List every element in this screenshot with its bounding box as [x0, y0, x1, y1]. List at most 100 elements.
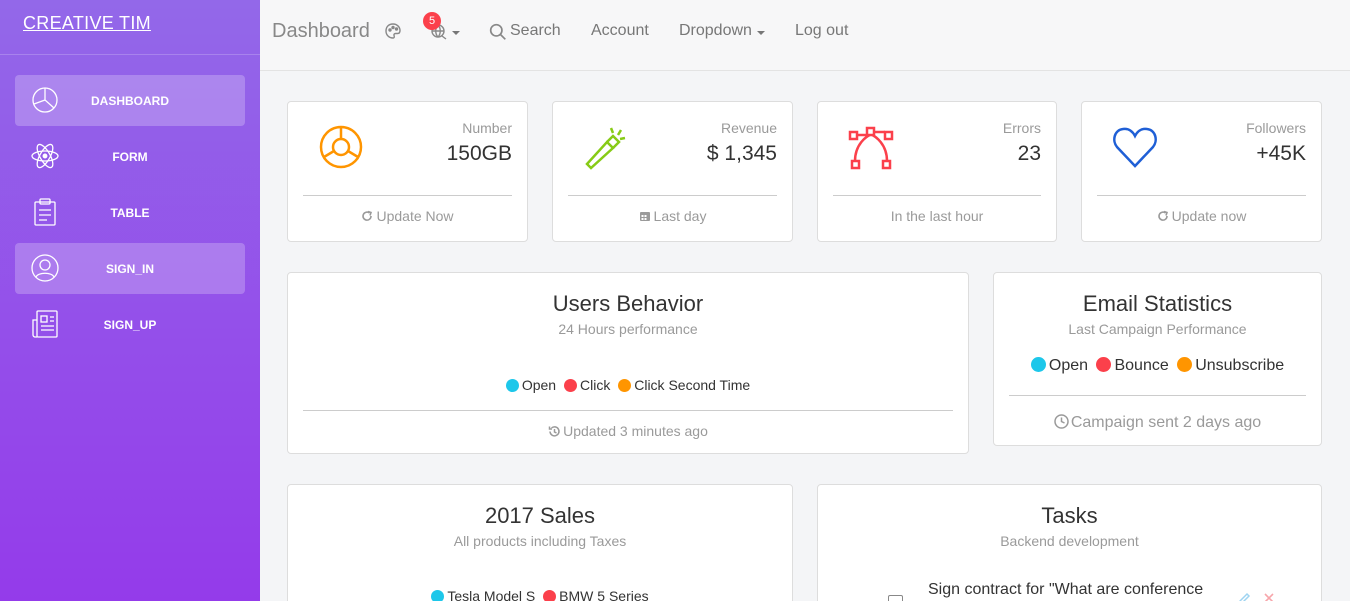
- card-subtitle: All products including Taxes: [453, 533, 627, 549]
- refresh-icon: [1157, 210, 1168, 221]
- legend-dot: [431, 590, 445, 601]
- stat-value: $ 1,345: [706, 142, 777, 165]
- task-text: Sign contract for "What are conference: [928, 581, 1204, 598]
- chart-circle-icon: [318, 124, 364, 170]
- legend-dot: [618, 379, 632, 392]
- sidebar-item-form[interactable]: FORM: [15, 131, 245, 182]
- stat-card-followers: Followers +45K Update now: [1081, 101, 1322, 242]
- chart-legend: Open Click Click Second Time: [288, 377, 968, 393]
- stat-category: Followers: [1246, 120, 1306, 136]
- clipboard-icon: [29, 196, 61, 228]
- close-icon[interactable]: [1262, 591, 1276, 601]
- pie-chart-icon: [29, 84, 61, 116]
- legend-item: Click Second Time: [618, 377, 750, 393]
- legend-dot: [505, 379, 519, 392]
- search-icon: [489, 23, 506, 40]
- legend-dot: [1096, 357, 1112, 372]
- card-title: Users Behavior: [552, 291, 704, 316]
- logout-link[interactable]: Log out: [795, 22, 848, 40]
- sales-card: 2017 Sales All products including Taxes …: [287, 484, 793, 601]
- chart-legend: Open Bounce Unsubscribe: [994, 357, 1321, 375]
- stat-category: Revenue: [720, 120, 777, 136]
- caret-down-icon: [452, 31, 460, 35]
- edit-icon[interactable]: [1237, 592, 1251, 601]
- legend-dot: [1030, 357, 1046, 372]
- card-title: 2017 Sales: [484, 503, 596, 528]
- card-footer-text: Campaign sent 2 days ago: [1070, 414, 1262, 431]
- legend-item: Open: [505, 377, 557, 393]
- stat-category: Number: [462, 120, 512, 136]
- legend-item: Open: [1030, 357, 1089, 375]
- newspaper-icon: [29, 308, 61, 340]
- stat-card-number: Number 150GB Update Now: [287, 101, 528, 242]
- palette-icon[interactable]: [384, 22, 402, 40]
- legend-dot: [543, 590, 557, 601]
- card-footer: Campaign sent 2 days ago: [994, 414, 1321, 432]
- legend-label: Unsubscribe: [1195, 357, 1285, 374]
- legend-label: Open: [521, 377, 557, 393]
- email-statistics-card: Email Statistics Last Campaign Performan…: [993, 272, 1322, 446]
- card-subtitle: Last Campaign Performance: [1068, 321, 1247, 337]
- top-navbar: Dashboard 5 Search Account Dropdown Log …: [260, 0, 1350, 71]
- search-link[interactable]: Search: [510, 22, 561, 40]
- divider: [303, 410, 953, 411]
- stat-value: 23: [1017, 142, 1041, 165]
- task-checkbox[interactable]: [888, 595, 903, 601]
- card-title: Email Statistics: [1082, 291, 1233, 316]
- account-link[interactable]: Account: [591, 22, 649, 40]
- card-footer-text: Updated 3 minutes ago: [563, 423, 708, 439]
- brand-link[interactable]: CREATIVE TIM: [23, 13, 151, 33]
- flashlight-icon: [583, 124, 629, 170]
- sidebar-item-sign-in[interactable]: SIGN_IN: [15, 243, 245, 294]
- page-title[interactable]: Dashboard: [272, 20, 370, 43]
- legend-label: Click Second Time: [634, 377, 751, 393]
- divider: [833, 195, 1041, 196]
- clock-icon: [1054, 414, 1069, 429]
- stat-value: 150GB: [446, 142, 512, 165]
- legend-label: BMW 5 Series: [559, 588, 649, 601]
- stat-footer: Update now: [1082, 208, 1321, 224]
- stat-footer-text: Last day: [653, 208, 707, 224]
- sidebar-item-table[interactable]: TABLE: [15, 187, 245, 238]
- dropdown-toggle[interactable]: Dropdown: [679, 22, 752, 40]
- caret-down-icon: [757, 31, 765, 35]
- notification-badge: 5: [423, 12, 441, 30]
- legend-item: Bounce: [1096, 357, 1169, 375]
- stat-card-revenue: Revenue $ 1,345 Last day: [552, 101, 793, 242]
- divider: [1097, 195, 1306, 196]
- sidebar-nav: DASHBOARD FORM TABLE SIGN_IN SIGN_UP: [0, 55, 260, 350]
- legend-label: Open: [1048, 357, 1089, 374]
- heart-icon: [1112, 124, 1158, 170]
- legend-item: Tesla Model S: [431, 588, 535, 601]
- users-behavior-card: Users Behavior 24 Hours performance Open…: [287, 272, 969, 454]
- card-subtitle: Backend development: [1000, 533, 1139, 549]
- stat-footer-text[interactable]: Update Now: [376, 208, 453, 224]
- stat-value: +45K: [1256, 142, 1306, 165]
- stat-footer-text: In the last hour: [890, 208, 984, 224]
- history-icon: [548, 426, 560, 437]
- stat-footer: In the last hour: [818, 208, 1056, 224]
- brand: CREATIVE TIM: [0, 0, 260, 55]
- user-circle-icon: [29, 252, 61, 284]
- stat-footer-text[interactable]: Update now: [1172, 208, 1247, 224]
- sidebar-item-sign-up[interactable]: SIGN_UP: [15, 299, 245, 350]
- legend-label: Bounce: [1114, 357, 1169, 374]
- legend-dot: [563, 379, 577, 392]
- legend-item: BMW 5 Series: [543, 588, 649, 601]
- sidebar-item-dashboard[interactable]: DASHBOARD: [15, 75, 245, 126]
- legend-dot: [1177, 357, 1193, 372]
- stat-footer: Last day: [553, 208, 792, 224]
- card-title: Tasks: [1041, 503, 1098, 528]
- legend-item: Unsubscribe: [1177, 357, 1284, 375]
- chart-legend: Tesla Model S BMW 5 Series: [288, 588, 792, 601]
- legend-label: Click: [579, 377, 611, 393]
- divider: [568, 195, 777, 196]
- legend-item: Click: [563, 377, 611, 393]
- tasks-card: Tasks Backend development Sign contract …: [817, 484, 1322, 601]
- card-subtitle: 24 Hours performance: [558, 321, 698, 337]
- card-footer: Updated 3 minutes ago: [288, 423, 968, 439]
- divider: [303, 195, 512, 196]
- stat-card-errors: Errors 23 In the last hour: [817, 101, 1057, 242]
- refresh-icon: [362, 210, 373, 221]
- sidebar: CREATIVE TIM DASHBOARD FORM TABLE SIGN_I…: [0, 0, 260, 601]
